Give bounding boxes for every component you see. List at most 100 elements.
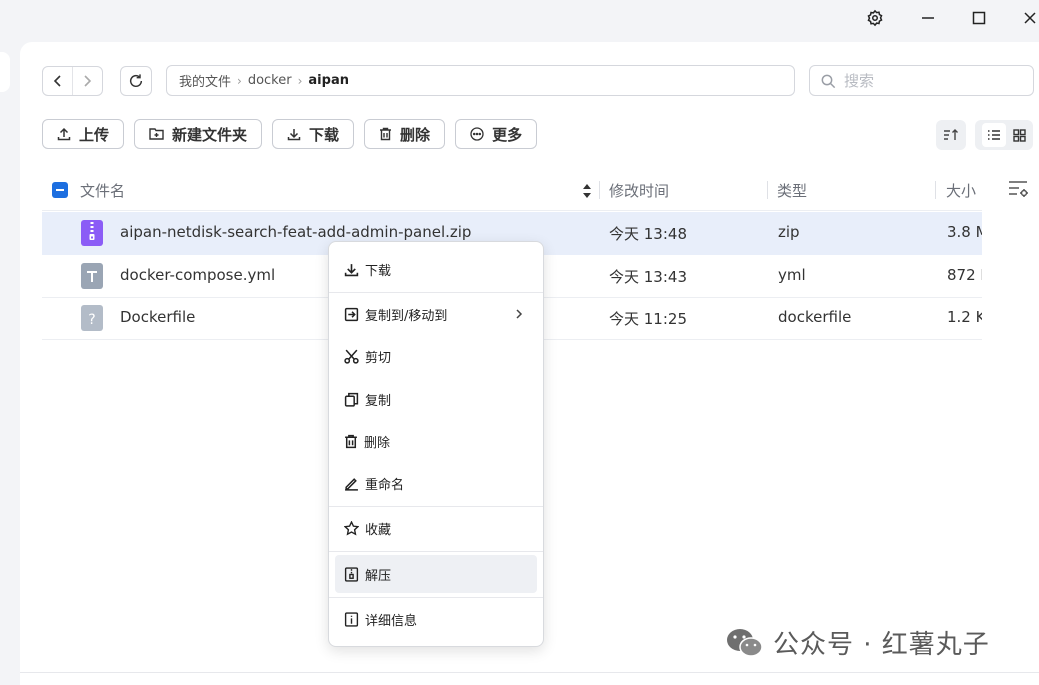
text-file-icon	[81, 263, 103, 289]
column-type-header[interactable]: 类型	[777, 180, 807, 201]
file-type: zip	[778, 223, 800, 241]
toolbar: 上传 新建文件夹 下载 删除 更多	[42, 119, 538, 149]
download-label: 下载	[309, 125, 340, 144]
column-divider	[599, 181, 600, 199]
search-icon	[821, 74, 836, 88]
more-button[interactable]: 更多	[455, 119, 538, 149]
column-size-header[interactable]: 大小	[946, 180, 976, 201]
sort-icon	[944, 129, 958, 140]
menu-item-label: 收藏	[365, 522, 392, 538]
scissors-icon	[344, 349, 359, 364]
table-header: 文件名 修改时间 类型 大小	[42, 170, 982, 211]
download-icon	[287, 129, 301, 141]
menu-item-label: 详细信息	[365, 613, 418, 629]
new-folder-icon	[149, 128, 164, 140]
forward-button[interactable]	[73, 67, 102, 95]
new-folder-label: 新建文件夹	[172, 125, 248, 144]
menu-item-rename[interactable]: 重命名	[335, 464, 537, 502]
menu-item-delete[interactable]: 删除	[335, 422, 537, 460]
file-modified: 今天 11:25	[609, 310, 687, 328]
svg-text:?: ?	[88, 312, 95, 328]
file-size: 1.2 K	[947, 308, 982, 326]
list-icon	[987, 130, 1000, 140]
menu-item-label: 重命名	[365, 477, 405, 493]
grid-view-button[interactable]	[1013, 128, 1026, 142]
upload-button[interactable]: 上传	[42, 119, 125, 149]
chevron-right-icon	[516, 309, 523, 319]
context-menu: 下载 复制到/移动到 剪切 复制 删除 重命名 收藏 解压 详细信息	[328, 241, 544, 647]
zip-file-icon	[81, 220, 103, 246]
sort-arrows-icon[interactable]	[582, 183, 592, 199]
file-name[interactable]: Dockerfile	[120, 308, 195, 326]
menu-divider	[329, 506, 543, 507]
menu-item-label: 剪切	[365, 350, 392, 366]
menu-divider	[329, 292, 543, 293]
file-modified: 今天 13:43	[609, 268, 687, 286]
column-modified-header[interactable]: 修改时间	[609, 180, 669, 201]
delete-label: 删除	[400, 125, 431, 144]
list-view-button[interactable]	[981, 123, 1006, 147]
download-button[interactable]: 下载	[272, 119, 355, 149]
close-button[interactable]	[1015, 6, 1039, 30]
copy-move-icon	[344, 307, 359, 321]
file-modified: 今天 13:48	[609, 225, 687, 243]
unknown-file-icon: ?	[81, 305, 103, 331]
watermark: 公众号 · 红薯丸子	[725, 624, 990, 661]
trash-icon	[380, 127, 392, 141]
file-size: 872 E	[947, 266, 982, 284]
column-settings-icon[interactable]	[1008, 180, 1030, 198]
breadcrumb-item-docker[interactable]: docker	[248, 73, 292, 88]
maximize-button[interactable]	[964, 6, 994, 30]
grid-icon	[1013, 128, 1026, 142]
settings-icon[interactable]	[860, 6, 890, 30]
file-size: 3.8 M	[947, 223, 982, 241]
breadcrumb-item-my-files[interactable]: 我的文件	[179, 71, 231, 90]
file-type: dockerfile	[778, 308, 852, 326]
copy-icon	[344, 392, 359, 407]
menu-item-label: 下载	[365, 263, 392, 279]
column-name-header[interactable]: 文件名	[80, 180, 125, 201]
info-icon	[344, 611, 359, 627]
new-folder-button[interactable]: 新建文件夹	[134, 119, 263, 149]
archive-icon	[344, 566, 359, 582]
watermark-text: 公众号 · 红薯丸子	[773, 630, 990, 660]
delete-button[interactable]: 删除	[364, 119, 446, 149]
file-name[interactable]: docker-compose.yml	[120, 266, 275, 284]
minimize-button[interactable]	[913, 6, 943, 30]
upload-label: 上传	[79, 125, 110, 144]
menu-item-copy[interactable]: 复制	[335, 380, 537, 418]
file-name[interactable]: aipan-netdisk-search-feat-add-admin-pane…	[120, 223, 471, 241]
column-divider	[767, 181, 768, 199]
wechat-icon	[727, 628, 763, 657]
menu-item-download[interactable]: 下载	[335, 250, 537, 288]
column-divider	[935, 181, 936, 199]
file-type: yml	[778, 266, 806, 284]
star-icon	[344, 520, 359, 535]
view-toggle	[975, 120, 1033, 150]
pencil-icon	[345, 477, 358, 491]
breadcrumb-current: aipan	[308, 73, 349, 88]
menu-divider	[329, 551, 543, 552]
back-button[interactable]	[43, 67, 72, 95]
select-all-checkbox[interactable]	[52, 182, 68, 198]
upload-icon	[57, 127, 71, 141]
menu-item-cut[interactable]: 剪切	[335, 337, 537, 375]
menu-item-extract[interactable]: 解压	[335, 555, 537, 593]
menu-item-details[interactable]: 详细信息	[335, 600, 537, 638]
menu-item-copy-move[interactable]: 复制到/移动到	[335, 295, 537, 333]
more-label: 更多	[492, 125, 523, 144]
menu-item-favorite[interactable]: 收藏	[335, 509, 537, 547]
download-icon	[344, 263, 359, 276]
chevron-right-icon: ›	[237, 73, 242, 88]
menu-item-label: 删除	[364, 435, 391, 451]
bottom-divider	[20, 672, 1039, 673]
chevron-right-icon: ›	[297, 73, 303, 88]
sidebar-edge	[0, 52, 10, 92]
breadcrumb: 我的文件 › docker › aipan	[166, 65, 795, 96]
window-title-bar	[0, 0, 1039, 42]
search-input[interactable]: 搜索	[809, 65, 1034, 96]
menu-item-label: 复制	[365, 393, 392, 409]
menu-item-label: 复制到/移动到	[365, 308, 448, 324]
refresh-button[interactable]	[120, 66, 152, 96]
sort-button[interactable]	[936, 120, 966, 150]
